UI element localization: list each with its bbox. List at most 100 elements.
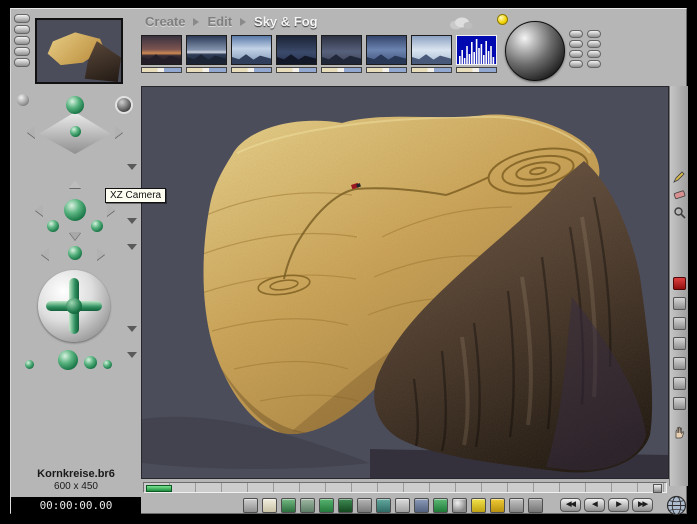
- tool-icon-6[interactable]: [672, 397, 686, 410]
- corner-pill-button[interactable]: [14, 36, 30, 45]
- sky-preset-thumbnail[interactable]: [366, 35, 407, 65]
- grass-icon[interactable]: [433, 498, 448, 513]
- move-side-ball-left[interactable]: [47, 220, 59, 232]
- jump-start-button[interactable]: ◀◀: [560, 498, 581, 512]
- cloud-icon[interactable]: [447, 16, 473, 35]
- pyramid-left-arrow-icon[interactable]: [27, 126, 35, 138]
- clock-icon[interactable]: [243, 498, 258, 513]
- move-up-arrow-icon[interactable]: [69, 180, 81, 188]
- stack-pill-button[interactable]: [569, 30, 583, 38]
- move-left-arrow-icon[interactable]: [35, 204, 43, 216]
- stone-icon[interactable]: [300, 498, 315, 513]
- globe-icon[interactable]: [666, 495, 687, 516]
- stack-pill-button[interactable]: [587, 40, 601, 48]
- magnifier-icon[interactable]: [673, 206, 686, 219]
- sky-preset-5[interactable]: [321, 35, 362, 73]
- bush-icon[interactable]: [338, 498, 353, 513]
- sun-object-icon[interactable]: [490, 498, 505, 513]
- ball-large[interactable]: [58, 350, 78, 370]
- corner-pill-button[interactable]: [14, 25, 30, 34]
- sky-preset-3[interactable]: [231, 35, 272, 73]
- scene-preview-thumbnail[interactable]: [35, 18, 123, 84]
- play-button[interactable]: ▶: [608, 498, 629, 512]
- eraser-icon[interactable]: [673, 188, 686, 201]
- ball-medium[interactable]: [84, 356, 97, 369]
- move-center-ball[interactable]: [64, 199, 86, 221]
- scene-viewport[interactable]: [141, 86, 669, 479]
- ball-small-2[interactable]: [103, 360, 112, 369]
- stack-pill-button[interactable]: [569, 50, 583, 58]
- menu-sky-fog[interactable]: Sky & Fog: [254, 14, 318, 29]
- pyramid-right-arrow-icon[interactable]: [115, 126, 123, 138]
- trackball-center-ball[interactable]: [66, 298, 82, 314]
- rock-icon[interactable]: [357, 498, 372, 513]
- animation-timeline-scrubber[interactable]: [143, 482, 667, 493]
- flyout-triangle-icon[interactable]: [127, 326, 137, 332]
- timeline-progress-bar[interactable]: [146, 485, 172, 492]
- cloud-object-icon[interactable]: [395, 498, 410, 513]
- tool-icon-2[interactable]: [672, 317, 686, 330]
- camera-view-pyramid-control[interactable]: [27, 94, 123, 158]
- flyout-triangle-icon[interactable]: [127, 352, 137, 358]
- stack-pill-button[interactable]: [587, 30, 601, 38]
- camera-object-icon[interactable]: [509, 498, 524, 513]
- flyout-triangle-icon[interactable]: [127, 244, 137, 250]
- tool-icon-5[interactable]: [672, 377, 686, 390]
- move-down-arrow-icon[interactable]: [69, 232, 81, 240]
- sky-preset-1[interactable]: [141, 35, 182, 73]
- camera-trackball-control[interactable]: [38, 270, 110, 342]
- move-side-ball-right[interactable]: [91, 220, 103, 232]
- light-icon[interactable]: [471, 498, 486, 513]
- sky-preset-thumbnail[interactable]: [186, 35, 227, 65]
- sphere-object-icon[interactable]: [452, 498, 467, 513]
- group-icon[interactable]: [528, 498, 543, 513]
- sky-preset-thumbnail[interactable]: [321, 35, 362, 65]
- sky-preset-7[interactable]: [411, 35, 452, 73]
- sky-preset-thumbnail[interactable]: [411, 35, 452, 65]
- sky-material-sphere[interactable]: [505, 21, 565, 81]
- sun-icon[interactable]: [497, 14, 508, 25]
- menu-edit[interactable]: Edit: [207, 14, 232, 29]
- pan-right-arrow-icon[interactable]: [97, 248, 105, 260]
- sky-preset-4[interactable]: [276, 35, 317, 73]
- stack-pill-button[interactable]: [569, 40, 583, 48]
- preview-ball-row-control[interactable]: [21, 348, 133, 378]
- hand-pan-icon[interactable]: [673, 426, 686, 439]
- tool-icon-3[interactable]: [672, 337, 686, 350]
- stack-pill-button[interactable]: [569, 60, 583, 68]
- tree-icon[interactable]: [319, 498, 334, 513]
- tool-icon-4[interactable]: [672, 357, 686, 370]
- move-right-arrow-icon[interactable]: [107, 204, 115, 216]
- timeline-handle[interactable]: [653, 484, 662, 493]
- corner-pill-button[interactable]: [14, 47, 30, 56]
- camera-ball-center[interactable]: [70, 126, 81, 137]
- camera-pan-control[interactable]: [35, 244, 115, 266]
- flyout-triangle-icon[interactable]: [127, 218, 137, 224]
- ball-xsmall[interactable]: [25, 360, 34, 369]
- render-swatch-icon[interactable]: [672, 277, 686, 290]
- step-back-button[interactable]: ◀: [584, 498, 605, 512]
- sky-histogram-preset[interactable]: [456, 35, 497, 73]
- document-icon[interactable]: [262, 498, 277, 513]
- stack-pill-button[interactable]: [587, 60, 601, 68]
- sky-preset-thumbnail[interactable]: [276, 35, 317, 65]
- jump-end-button[interactable]: ▶▶: [632, 498, 653, 512]
- camera-ball-top[interactable]: [66, 96, 84, 114]
- sky-preset-6[interactable]: [366, 35, 407, 73]
- sky-preset-thumbnail[interactable]: [141, 35, 182, 65]
- pan-ball[interactable]: [68, 246, 82, 260]
- pan-left-arrow-icon[interactable]: [41, 248, 49, 260]
- sky-preset-2[interactable]: [186, 35, 227, 73]
- water-icon[interactable]: [376, 498, 391, 513]
- pencil-icon[interactable]: [672, 170, 686, 183]
- sky-preset-thumbnail[interactable]: [231, 35, 272, 65]
- corner-pill-button[interactable]: [14, 58, 30, 67]
- flyout-triangle-icon[interactable]: [127, 164, 137, 170]
- corner-pill-button[interactable]: [14, 14, 30, 23]
- histogram-thumbnail[interactable]: [456, 35, 497, 65]
- menu-create[interactable]: Create: [145, 14, 185, 29]
- stack-pill-button[interactable]: [587, 50, 601, 58]
- terrain-icon[interactable]: [281, 498, 296, 513]
- tool-icon-1[interactable]: [672, 297, 686, 310]
- mountain-icon[interactable]: [414, 498, 429, 513]
